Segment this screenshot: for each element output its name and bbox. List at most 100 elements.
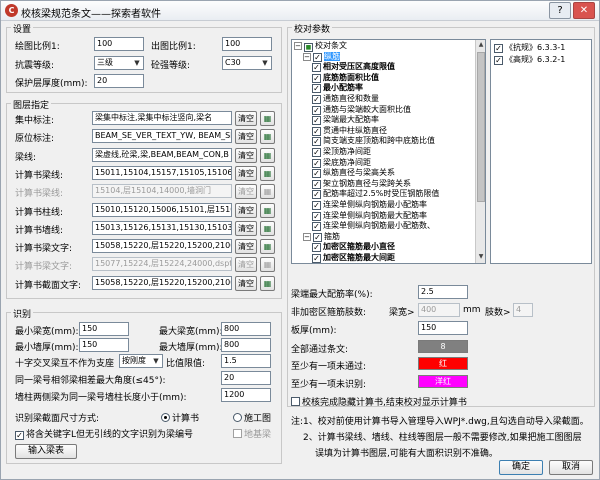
checkbox-checked-icon[interactable]: ✓ xyxy=(312,137,321,147)
tree-node[interactable]: ✓ 梁顶筋净间距 xyxy=(312,147,371,157)
tree-node[interactable]: ✓ 架立钢筋直径与梁跨关系 xyxy=(312,179,411,189)
checkbox-checked-icon[interactable]: ✓ xyxy=(312,169,321,179)
checkbox-checked-icon[interactable]: ✓ xyxy=(494,44,503,53)
after-check-checkbox[interactable]: 校核完成隐藏计算书,结束校对显示计算书 xyxy=(291,395,467,408)
max-beam-width-input[interactable]: 800 xyxy=(221,322,271,336)
tree-node[interactable]: ✓ 通筋直径和数量 xyxy=(312,94,379,104)
checkbox-checked-icon[interactable]: ✓ xyxy=(312,211,321,221)
layer-input[interactable]: 15104,层15104,14000,墙洞门 xyxy=(92,184,232,199)
layer-input[interactable]: 15013,15126,15131,15130,15103, xyxy=(92,220,232,235)
checkbox-checked-icon[interactable]: ✓ xyxy=(312,73,321,83)
layer-input[interactable]: 梁集中标注,梁集中标注竖向,梁名 xyxy=(92,111,232,125)
tree-node[interactable]: ✓ 相对受压区高度限值 xyxy=(312,62,395,73)
clear-button[interactable]: 清空 xyxy=(235,220,257,236)
clear-button[interactable]: 清空 xyxy=(235,184,257,200)
layer-input[interactable]: 15058,15220,层15220,15200,2100 xyxy=(92,239,232,254)
tree-node[interactable]: ✓ 梁端最大配筋率 xyxy=(312,115,379,126)
checkbox-checked-icon[interactable]: ✓ xyxy=(312,201,321,210)
radio-calc[interactable]: 计算书 xyxy=(161,411,199,424)
pick-layer-icon[interactable]: ▦ xyxy=(260,184,275,200)
cover-input[interactable]: 20 xyxy=(94,74,144,88)
checkbox-checked-icon[interactable]: ✓ xyxy=(312,190,321,200)
pick-layer-icon[interactable]: ▦ xyxy=(260,257,275,273)
pick-layer-icon[interactable]: ▦ xyxy=(260,239,275,255)
checkbox-checked-icon[interactable]: ✓ xyxy=(313,232,322,242)
checkbox-foundation[interactable]: 地基梁 xyxy=(233,427,271,440)
checkbox-checked-icon[interactable]: ✓ xyxy=(312,63,321,73)
layer-input[interactable]: BEAM_SE_VER_TEXT_YW, BEAM_SE_VE xyxy=(92,129,232,144)
pick-layer-icon[interactable]: ▦ xyxy=(260,111,275,126)
tree-node[interactable]: ✓ 连梁单侧纵向钢筋最小配筋数、 xyxy=(312,221,435,232)
checkbox-checked-icon[interactable]: ✓ xyxy=(312,116,321,126)
tree-node[interactable]: ✓ 纵筋直径与梁高关系 xyxy=(312,168,395,179)
tree-scrollbar[interactable]: ▲ ▼ xyxy=(475,40,485,263)
check-tree[interactable]: − ■ 校对条文 − ✓ 纵筋 ✓ 相对受压区高度限值 ✓ 底筋筋面积比值 ✓ 最小配筋率 ✓ 通筋直径和… xyxy=(291,39,486,264)
clear-button[interactable]: 清空 xyxy=(235,165,257,181)
checkbox-checked-icon[interactable]: ✓ xyxy=(312,84,321,94)
clear-button[interactable]: 清空 xyxy=(235,147,257,163)
clear-button[interactable]: 清空 xyxy=(235,257,257,273)
tree-node[interactable]: ✓ 梁底筋净间距 xyxy=(312,158,371,168)
all-pass-color[interactable]: 8 xyxy=(418,340,468,353)
spec-list[interactable]: ✓ 《抗规》6.3.3-1 ✓ 《高规》6.3.2-1 xyxy=(490,39,592,264)
clear-button[interactable]: 清空 xyxy=(235,239,257,255)
layer-input[interactable]: 15011,15104,15157,15105,15106, xyxy=(92,165,232,180)
tree-expander-icon[interactable]: − xyxy=(303,232,311,241)
tree-node[interactable]: − ✓ 纵筋 xyxy=(303,51,340,62)
scroll-up-icon[interactable]: ▲ xyxy=(476,40,485,50)
layer-input[interactable]: 梁虚线,砼梁,梁,BEAM,BEAM_CON,B xyxy=(92,147,232,162)
tree-node[interactable]: − ✓ 箍筋 xyxy=(303,232,340,242)
tree-node[interactable]: − ■ 校对条文 xyxy=(294,41,347,52)
min-beam-width-input[interactable]: 150 xyxy=(79,322,129,336)
tree-node[interactable]: ✓ 配筋率超过2.5%时受压钢筋限值 xyxy=(312,189,439,200)
clear-button[interactable]: 清空 xyxy=(235,129,257,145)
output-scale-input[interactable]: 100 xyxy=(222,37,272,51)
concrete-select[interactable]: C30 ▼ xyxy=(222,56,272,70)
pick-layer-icon[interactable]: ▦ xyxy=(260,165,275,181)
spec-list-item[interactable]: ✓ 《抗规》6.3.3-1 xyxy=(494,43,565,53)
max-angle-input[interactable]: 20 xyxy=(221,371,271,385)
spec-list-item[interactable]: ✓ 《高规》6.3.2-1 xyxy=(494,55,565,65)
layer-input[interactable]: 15058,15220,层15220,15200,2100 xyxy=(92,275,232,290)
pick-layer-icon[interactable]: ▦ xyxy=(260,147,275,163)
tree-expander-icon[interactable]: − xyxy=(294,42,302,50)
tree-node[interactable]: ✓ 连梁单侧纵向钢筋最小配筋率 xyxy=(312,200,427,210)
cross-support-select[interactable]: 按刚度 ▼ xyxy=(119,354,163,368)
checkbox-checked-icon[interactable]: ✓ xyxy=(312,105,321,115)
pick-layer-icon[interactable]: ▦ xyxy=(260,220,275,236)
help-button[interactable]: ? xyxy=(549,2,571,19)
tree-node[interactable]: ✓ 加密区箍筋最小直径 xyxy=(312,242,395,253)
max-wall-thick-input[interactable]: 800 xyxy=(221,338,271,352)
tree-node[interactable]: ✓ 最小配筋率 xyxy=(312,83,363,94)
tree-node[interactable]: ✓ 贯通中柱纵筋直径 xyxy=(312,126,387,136)
checkbox-checked-icon[interactable]: ✓ xyxy=(312,95,321,104)
tree-expander-icon[interactable]: − xyxy=(303,52,311,61)
pick-layer-icon[interactable]: ▦ xyxy=(260,129,275,145)
clear-button[interactable]: 清空 xyxy=(235,202,257,218)
drawing-scale-input[interactable]: 100 xyxy=(94,37,144,51)
checkbox-checked-icon[interactable]: ✓ xyxy=(312,148,321,157)
close-button[interactable]: ✕ xyxy=(573,2,595,19)
checkbox-checked-icon[interactable]: ✓ xyxy=(312,222,321,232)
checkbox-checked-icon[interactable]: ✓ xyxy=(494,56,503,65)
radio-drawing[interactable]: 施工图 xyxy=(233,411,271,424)
slab-thick-input[interactable]: 150 xyxy=(418,321,468,335)
tree-node[interactable]: ✓ 加密区箍筋最大间距 xyxy=(312,253,395,263)
tree-node[interactable]: ✓ 简支端支座顶筋和跨中底筋比值 xyxy=(312,136,435,147)
layer-input[interactable]: 15010,15120,15006,15101,层1510 xyxy=(92,202,232,217)
seismic-select[interactable]: 三级 ▼ xyxy=(94,56,144,70)
checkbox-checked-icon[interactable]: ✓ xyxy=(312,179,321,189)
max-rebar-ratio-input[interactable]: 2.5 xyxy=(418,285,468,299)
checkbox-checked-icon[interactable]: ✓ xyxy=(313,52,322,62)
checkbox-checked-icon[interactable]: ✓ xyxy=(312,254,321,263)
ratio-input[interactable]: 1.5 xyxy=(221,354,271,368)
scroll-thumb[interactable] xyxy=(477,52,485,202)
ok-button[interactable]: 确定 xyxy=(499,460,543,475)
tree-node[interactable]: ✓ 连梁单侧纵向钢筋最大配筋率 xyxy=(312,211,427,221)
limbs-input[interactable]: 4 xyxy=(513,303,533,317)
clear-button[interactable]: 清空 xyxy=(235,111,257,126)
scroll-down-icon[interactable]: ▼ xyxy=(476,252,485,262)
cancel-button[interactable]: 取消 xyxy=(549,460,593,475)
clear-button[interactable]: 清空 xyxy=(235,275,257,291)
tree-node[interactable]: ✓ 通筋与梁端較大面积比值 xyxy=(312,105,411,115)
